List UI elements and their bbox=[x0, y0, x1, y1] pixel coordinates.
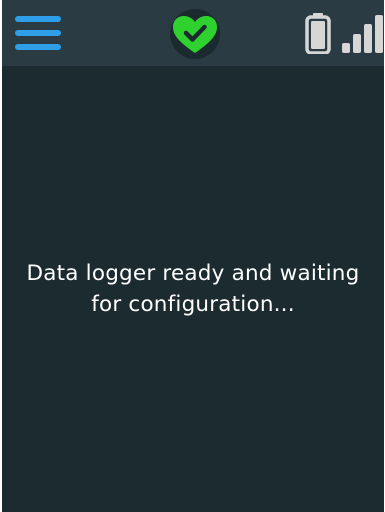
battery-icon bbox=[305, 13, 331, 55]
status-message-line-1: Data logger ready and waiting bbox=[26, 261, 360, 286]
signal-indicator bbox=[339, 13, 384, 54]
status-message-line-2: for configuration... bbox=[91, 292, 295, 317]
device-frame: Data logger ready and waiting for config… bbox=[0, 0, 385, 512]
heart-check-icon bbox=[170, 9, 220, 59]
device-screen: Data logger ready and waiting for config… bbox=[2, 0, 384, 512]
main-content: Data logger ready and waiting for config… bbox=[2, 66, 384, 512]
status-message: Data logger ready and waiting for config… bbox=[2, 258, 384, 320]
status-bar bbox=[2, 0, 384, 66]
battery-indicator bbox=[305, 13, 331, 55]
menu-button[interactable] bbox=[15, 14, 63, 54]
health-status-indicator bbox=[167, 9, 223, 59]
signal-bars-icon bbox=[342, 15, 383, 53]
